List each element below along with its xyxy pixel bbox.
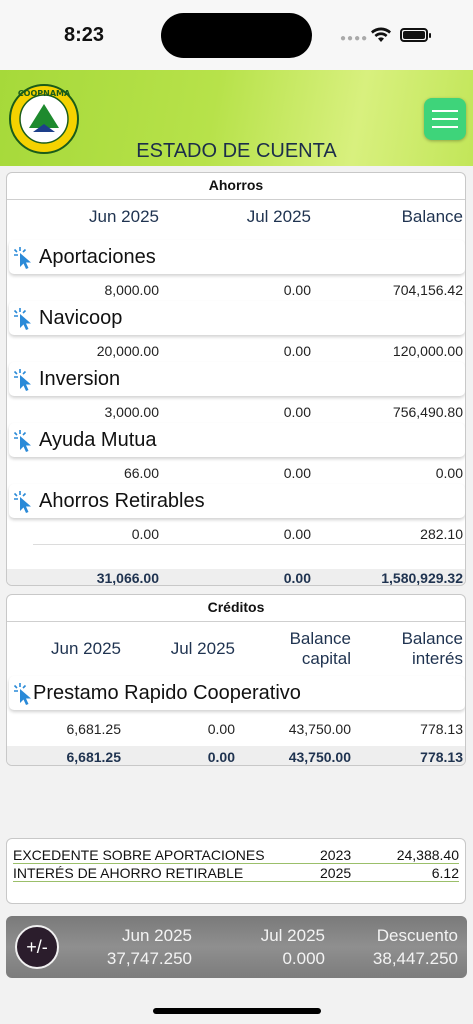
amount-capital: 43,750.00: [288, 721, 351, 737]
col-jun: Jun 2025: [89, 207, 159, 226]
page-title: ESTADO DE CUENTA: [136, 140, 337, 162]
dynamic-island: [161, 13, 312, 58]
interes-label: INTERÉS DE AHORRO RETIRABLE: [13, 865, 244, 881]
account-row-ahorros-retirables[interactable]: Ahorros Retirables: [9, 484, 465, 518]
amount-balance: 0.00: [435, 465, 463, 481]
account-name: Aportaciones: [39, 246, 156, 268]
col-jul: Jul 2025: [170, 639, 235, 658]
amount-jun: 20,000.00: [96, 343, 159, 359]
home-indicator[interactable]: [153, 1008, 321, 1014]
amount-jun: 66.00: [123, 465, 159, 481]
total-balance: 1,580,929.32: [381, 570, 463, 586]
excedente-amount: 24,388.40: [396, 847, 459, 863]
amount-jun: 0.00: [131, 526, 159, 542]
excedentes-box: EXCEDENTE SOBRE APORTACIONES 2023 24,388…: [6, 838, 466, 904]
wifi-icon: [371, 27, 391, 42]
total-jul: 0.00: [283, 570, 311, 586]
divider: [13, 881, 459, 882]
col-jul: Jul 2025: [246, 207, 311, 226]
tap-cursor-icon: [13, 683, 31, 705]
ahorros-title: Ahorros: [208, 177, 264, 193]
footer-label-jun: Jun 2025: [122, 926, 192, 945]
account-name: Ayuda Mutua: [39, 429, 157, 451]
amount-balance: 282.10: [420, 526, 463, 542]
total-jun: 6,681.25: [66, 749, 122, 765]
amount-interes: 778.13: [420, 721, 463, 737]
amount-jul: 0.00: [283, 282, 311, 298]
cellular-signal-icon: ●●●●: [340, 33, 369, 44]
account-row-ayuda-mutua[interactable]: Ayuda Mutua: [9, 423, 465, 457]
footer-label-jul: Jul 2025: [260, 926, 325, 945]
col-jun: Jun 2025: [51, 639, 121, 658]
tap-cursor-icon: [13, 247, 31, 269]
tap-cursor-icon: [13, 308, 31, 330]
total-jun: 31,066.00: [96, 570, 159, 586]
account-row-inversion[interactable]: Inversion: [9, 362, 465, 396]
account-row-navicoop[interactable]: Navicoop: [9, 301, 465, 335]
total-capital: 43,750.00: [288, 749, 351, 765]
ahorros-totals: 31,066.00 0.00 1,580,929.32: [7, 569, 465, 586]
amount-balance: 704,156.42: [392, 282, 463, 298]
amount-jun: 8,000.00: [104, 282, 160, 298]
account-row-prestamo-rapido[interactable]: Prestamo Rapido Cooperativo: [9, 676, 465, 710]
interes-year: 2025: [320, 865, 352, 881]
tap-cursor-icon: [13, 491, 31, 513]
divider: [33, 544, 465, 545]
hamburger-icon-bar: [432, 126, 458, 128]
amount-jul: 0.00: [283, 465, 311, 481]
account-name: Prestamo Rapido Cooperativo: [33, 682, 301, 704]
creditos-totals: 6,681.25 0.00 43,750.00 778.13: [7, 746, 465, 765]
logo-lettering: COOPNAMA: [18, 89, 71, 98]
creditos-card: Créditos Jun 2025 Jul 2025 Balance capit…: [6, 594, 466, 766]
app-header: COOPNAMA ESTADO DE CUENTA: [0, 70, 473, 166]
creditos-title: Créditos: [207, 599, 265, 615]
amount-jun: 3,000.00: [104, 404, 160, 420]
status-bar: 8:23 ●●●●: [0, 0, 473, 70]
divider: [13, 863, 459, 864]
footer-value-descuento: 38,447.250: [372, 949, 458, 968]
account-name: Navicoop: [39, 307, 123, 329]
account-row-aportaciones[interactable]: Aportaciones: [9, 240, 465, 274]
amount-balance: 756,490.80: [392, 404, 463, 420]
amount-jun: 6,681.25: [66, 721, 122, 737]
total-jul: 0.00: [207, 749, 235, 765]
tap-cursor-icon: [13, 430, 31, 452]
status-time: 8:23: [64, 24, 105, 46]
hamburger-icon-bar: [432, 118, 458, 120]
toggle-sign-button[interactable]: +/-: [15, 925, 59, 969]
amount-jul: 0.00: [283, 343, 311, 359]
interes-amount: 6.12: [431, 865, 459, 881]
battery-icon: [400, 28, 431, 42]
account-name: Inversion: [39, 368, 121, 390]
excedente-year: 2023: [320, 847, 352, 863]
amount-jul: 0.00: [283, 404, 311, 420]
col-balance-interes: Balance interés: [401, 629, 463, 668]
tap-cursor-icon: [13, 369, 31, 391]
footer-value-jul: 0.000: [282, 949, 325, 968]
col-balance: Balance: [401, 207, 463, 226]
amount-jul: 0.00: [207, 721, 235, 737]
footer-label-descuento: Descuento: [376, 926, 458, 945]
menu-button[interactable]: [424, 98, 466, 140]
excedente-label: EXCEDENTE SOBRE APORTACIONES: [13, 847, 265, 863]
divider: [7, 621, 465, 622]
footer-value-jun: 37,747.250: [106, 949, 192, 968]
col-balance-capital: Balance capital: [289, 629, 351, 668]
account-name: Ahorros Retirables: [39, 490, 205, 512]
divider: [7, 199, 465, 200]
ahorros-card: Ahorros Jun 2025 Jul 2025 Balance Aporta…: [6, 172, 466, 586]
amount-jul: 0.00: [283, 526, 311, 542]
total-interes: 778.13: [420, 749, 463, 765]
hamburger-icon: [432, 110, 458, 112]
footer-summary: +/- Jun 2025 37,747.250 Jul 2025 0.000 D…: [6, 916, 467, 978]
amount-balance: 120,000.00: [392, 343, 463, 359]
